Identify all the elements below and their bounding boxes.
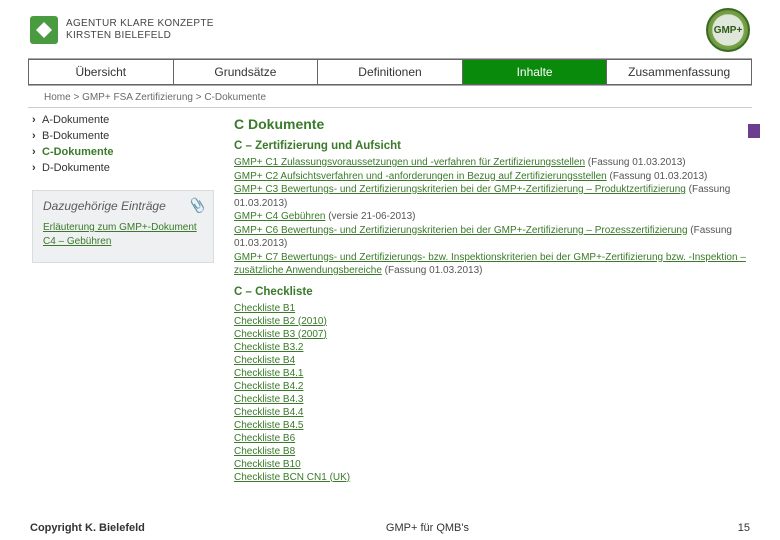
doc-link-c3[interactable]: GMP+ C3 Bewertungs- und Zertifizierungsk… xyxy=(234,184,686,195)
checklist-link[interactable]: Checkliste B4.3 xyxy=(234,393,780,406)
related-link[interactable]: Erläuterung zum GMP+-Dokument C4 – Gebüh… xyxy=(43,221,203,248)
checklist-link[interactable]: Checkliste B4.1 xyxy=(234,367,780,380)
checklist-link[interactable]: Checkliste B6 xyxy=(234,432,780,445)
sidebar-item-a-dokumente[interactable]: A-Dokumente xyxy=(32,112,214,128)
related-entries-panel: Dazugehörige Einträge📎 Erläuterung zum G… xyxy=(32,190,214,263)
doc-category-list: A-Dokumente B-Dokumente C-Dokumente D-Do… xyxy=(32,112,214,176)
checklist-list: Checkliste B1 Checkliste B2 (2010) Check… xyxy=(234,302,780,484)
doc-link-c4[interactable]: GMP+ C4 Gebühren xyxy=(234,211,325,222)
tab-definitionen[interactable]: Definitionen xyxy=(318,59,463,85)
checklist-link[interactable]: Checkliste B4 xyxy=(234,354,780,367)
doc-item: GMP+ C1 Zulassungsvoraussetzungen und -v… xyxy=(234,156,780,170)
checklist-link[interactable]: Checkliste B10 xyxy=(234,458,780,471)
doc-link-c6[interactable]: GMP+ C6 Bewertungs- und Zertifizierungsk… xyxy=(234,225,688,236)
page-number: 15 xyxy=(710,522,750,534)
doc-link-c1[interactable]: GMP+ C1 Zulassungsvoraussetzungen und -v… xyxy=(234,157,585,168)
checklist-link[interactable]: Checkliste B2 (2010) xyxy=(234,315,780,328)
doc-item: GMP+ C3 Bewertungs- und Zertifizierungsk… xyxy=(234,183,780,210)
sidebar-item-d-dokumente[interactable]: D-Dokumente xyxy=(32,160,214,176)
tab-inhalte[interactable]: Inhalte xyxy=(463,59,608,85)
section-checklist-title: C – Checkliste xyxy=(234,286,780,298)
breadcrumb: Home > GMP+ FSA Zertifizierung > C-Dokum… xyxy=(0,86,780,105)
checklist-link[interactable]: Checkliste B4.4 xyxy=(234,406,780,419)
doc-item: GMP+ C2 Aufsichtsverfahren und -anforder… xyxy=(234,170,780,184)
checklist-link[interactable]: Checkliste B3.2 xyxy=(234,341,780,354)
brand-logo: Agentur Klare Konzepte Kirsten Bielefeld xyxy=(30,16,214,44)
checklist-link[interactable]: Checkliste B3 (2007) xyxy=(234,328,780,341)
checklist-link[interactable]: Checkliste B4.2 xyxy=(234,380,780,393)
doc-item: GMP+ C6 Bewertungs- und Zertifizierungsk… xyxy=(234,224,780,251)
scroll-marker-icon xyxy=(748,124,760,138)
section-cert-title: C – Zertifizierung und Aufsicht xyxy=(234,140,780,152)
doc-link-c2[interactable]: GMP+ C2 Aufsichtsverfahren und -anforder… xyxy=(234,171,607,182)
checklist-link[interactable]: Checkliste B4.5 xyxy=(234,419,780,432)
checklist-link[interactable]: Checkliste B8 xyxy=(234,445,780,458)
paperclip-icon: 📎 xyxy=(188,197,205,214)
tab-zusammenfassung[interactable]: Zusammenfassung xyxy=(607,59,752,85)
checklist-link[interactable]: Checkliste B1 xyxy=(234,302,780,315)
tab-uebersicht[interactable]: Übersicht xyxy=(28,59,174,85)
doc-item: GMP+ C4 Gebühren (versie 21-06-2013) xyxy=(234,210,780,224)
sidebar-item-b-dokumente[interactable]: B-Dokumente xyxy=(32,128,214,144)
doc-link-c7[interactable]: GMP+ C7 Bewertungs- und Zertifizierungs-… xyxy=(234,252,746,277)
logo-icon xyxy=(30,16,58,44)
gmp-plus-badge: GMP+ xyxy=(706,8,750,52)
tab-bar: Übersicht Grundsätze Definitionen Inhalt… xyxy=(28,58,752,86)
logo-line-2: Kirsten Bielefeld xyxy=(66,30,214,42)
doc-item: GMP+ C7 Bewertungs- und Zertifizierungs-… xyxy=(234,251,780,278)
page-title: C Dokumente xyxy=(234,116,780,132)
checklist-link[interactable]: Checkliste BCN CN1 (UK) xyxy=(234,471,780,484)
logo-line-1: Agentur Klare Konzepte xyxy=(66,18,214,30)
divider xyxy=(28,107,752,108)
copyright: Copyright K. Bielefeld xyxy=(30,522,145,534)
tab-grundsaetze[interactable]: Grundsätze xyxy=(174,59,319,85)
footer-center: GMP+ für QMB's xyxy=(145,522,710,534)
sidebar-item-c-dokumente[interactable]: C-Dokumente xyxy=(32,144,214,160)
related-title: Dazugehörige Einträge📎 xyxy=(43,199,203,213)
